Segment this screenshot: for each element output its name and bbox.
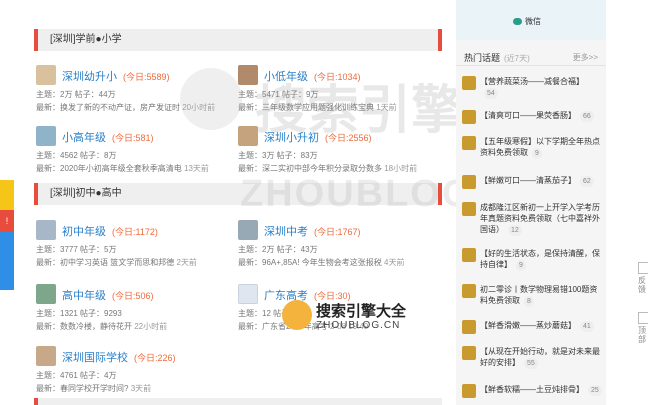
feedback-button[interactable]: 反馈 — [638, 262, 648, 302]
forum-item[interactable]: 广东高考 (今日:30) 主题：12 帖子： 最新：广东省2019年高考 2-08… — [238, 284, 438, 334]
forum-name[interactable]: 深圳国际学校 (今日:226) — [62, 349, 176, 365]
wechat-icon — [513, 18, 522, 26]
forum-stats: 主题：3万 帖子：83万 — [238, 151, 318, 160]
forum-today-count: (今日:2556) — [325, 133, 372, 143]
forum-stats: 主题：4562 帖子：8万 — [36, 151, 117, 160]
forum-thumbnail[interactable] — [238, 126, 258, 146]
forum-stats: 主题：3777 帖子：5万 — [36, 245, 117, 254]
forum-stats: 主题：5471 帖子：9万 — [238, 90, 319, 99]
forum-thumbnail[interactable] — [36, 284, 56, 304]
forum-name[interactable]: 小高年级 (今日:581) — [62, 129, 154, 145]
forum-name[interactable]: 深圳幼升小 (今日:5589) — [62, 68, 170, 84]
avatar — [462, 284, 476, 298]
forum-name[interactable]: 广东高考 (今日:30) — [264, 287, 351, 303]
left-floating-strip[interactable]: ! — [0, 180, 14, 290]
strip-red[interactable]: ! — [0, 210, 14, 232]
forum-today-count: (今日:226) — [134, 353, 176, 363]
right-float-strip: 反馈 顶部 — [612, 0, 648, 405]
weixin-box: 微信 — [456, 0, 606, 40]
page: ! [深圳]学前●小学 深圳幼升小 (今日:5589) 主题：2万 帖子：44万 … — [0, 0, 648, 405]
forum-item[interactable]: 小低年级 (今日:1034) 主题：5471 帖子：9万 最新：三年级数学应用题强… — [238, 65, 438, 115]
category-title: [深圳]初中●高中 — [50, 188, 122, 199]
category-accent — [438, 29, 442, 51]
hot-topics-header: 热门话题 (近7天) 更多>> — [456, 48, 606, 66]
forum-latest[interactable]: 最新：深二实初中部今年积分录取分数多 18小时前 — [238, 163, 438, 174]
forum-latest[interactable]: 最新：96A+,85A! 今年生物会考这张报税 4天前 — [238, 257, 438, 268]
forum-item[interactable]: 小高年级 (今日:581) 主题：4562 帖子：8万 最新：2020年小初高年级… — [36, 126, 236, 176]
avatar — [462, 248, 476, 262]
forum-item[interactable]: 深圳小升初 (今日:2556) 主题：3万 帖子：83万 最新：深二实初中部今年积… — [238, 126, 438, 176]
forum-today-count: (今日:581) — [112, 133, 154, 143]
forum-thumbnail[interactable] — [36, 65, 56, 85]
forum-latest[interactable]: 最新：数数冷楼，静待花开 22小时前 — [36, 321, 236, 332]
avatar — [462, 384, 476, 398]
forum-today-count: (今日:1172) — [112, 227, 158, 237]
forum-item[interactable]: 深圳幼升小 (今日:5589) 主题：2万 帖子：44万 最新：换发了新的不动产证… — [36, 65, 236, 115]
forum-item[interactable]: 深圳中考 (今日:1767) 主题：2万 帖子：43万 最新：96A+,85A! … — [238, 220, 438, 270]
strip-yellow — [0, 180, 14, 210]
forum-stats: 主题：2万 帖子：43万 — [238, 245, 318, 254]
forum-item[interactable]: 初中年级 (今日:1172) 主题：3777 帖子：5万 最新：初中学习英语 篮文… — [36, 220, 236, 270]
category-header-secondary[interactable]: [深圳]初中●高中 — [34, 183, 442, 205]
forum-stats: 主题：2万 帖子：44万 — [36, 90, 116, 99]
forum-main: [深圳]学前●小学 深圳幼升小 (今日:5589) 主题：2万 帖子：44万 最新… — [34, 0, 446, 405]
strip-blue — [0, 232, 14, 290]
hot-topics-title: 热门话题 (近7天) — [464, 53, 530, 63]
category-header-primary[interactable]: [深圳]学前●小学 — [34, 29, 442, 51]
forum-thumbnail[interactable] — [36, 220, 56, 240]
forum-today-count: (今日:506) — [112, 291, 154, 301]
forum-stats: 主题：1321 帖子：9293 — [36, 309, 122, 318]
forum-today-count: (今日:1767) — [314, 227, 361, 237]
avatar — [462, 346, 476, 360]
forum-thumbnail[interactable] — [238, 220, 258, 240]
feedback-icon — [638, 262, 648, 274]
forum-item[interactable]: 深圳国际学校 (今日:226) 主题：4761 帖子：4万 最新：春同学校开学时间… — [36, 346, 236, 396]
weixin-button[interactable]: 微信 — [513, 16, 541, 27]
forum-item[interactable]: 高中年级 (今日:506) 主题：1321 帖子：9293 最新：数数冷楼，静待花… — [36, 284, 236, 334]
avatar — [462, 136, 476, 150]
forum-latest[interactable]: 最新：初中学习英语 篮文学而思和邦德 2天前 — [36, 257, 236, 268]
forum-name[interactable]: 深圳中考 (今日:1767) — [264, 223, 361, 239]
top-icon — [638, 312, 648, 324]
category-accent — [438, 183, 442, 205]
category-header-next — [34, 398, 442, 405]
forum-latest[interactable]: 最新：换发了新的不动产证，房产发证时 20小时前 — [36, 102, 236, 113]
forum-name[interactable]: 深圳小升初 (今日:2556) — [264, 129, 372, 145]
avatar — [462, 76, 476, 90]
forum-today-count: (今日:1034) — [314, 72, 361, 82]
forum-latest[interactable]: 最新：广东省2019年高考 2-08 19:49 — [238, 321, 438, 332]
forum-name[interactable]: 小低年级 (今日:1034) — [264, 68, 361, 84]
sidebar: 微信 热门话题 (近7天) 更多>> 【营养蔬菜汤——减餐合福】 54 【清爽可口—… — [456, 0, 606, 405]
forum-name[interactable]: 初中年级 (今日:1172) — [62, 223, 158, 239]
avatar — [462, 175, 476, 189]
forum-thumbnail[interactable] — [36, 346, 56, 366]
pencil-icon[interactable] — [238, 284, 258, 304]
forum-latest[interactable]: 最新：春同学校开学时间? 3天前 — [36, 383, 236, 394]
forum-today-count: (今日:30) — [314, 291, 351, 301]
avatar — [462, 320, 476, 334]
back-to-top-button[interactable]: 顶部 — [638, 312, 648, 352]
avatar — [462, 110, 476, 124]
more-link[interactable]: 更多>> — [573, 52, 598, 63]
avatar — [462, 202, 476, 216]
forum-today-count: (今日:5589) — [123, 72, 170, 82]
forum-thumbnail[interactable] — [238, 65, 258, 85]
forum-latest[interactable]: 最新：三年级数学应用题强化训练宝典 1天前 — [238, 102, 438, 113]
forum-stats: 主题：12 帖子： — [238, 309, 298, 318]
forum-name[interactable]: 高中年级 (今日:506) — [62, 287, 154, 303]
forum-stats: 主题：4761 帖子：4万 — [36, 371, 117, 380]
category-title: [深圳]学前●小学 — [50, 34, 122, 45]
forum-thumbnail[interactable] — [36, 126, 56, 146]
forum-latest[interactable]: 最新：2020年小初高年级全套秋季高清电 13天前 — [36, 163, 236, 174]
